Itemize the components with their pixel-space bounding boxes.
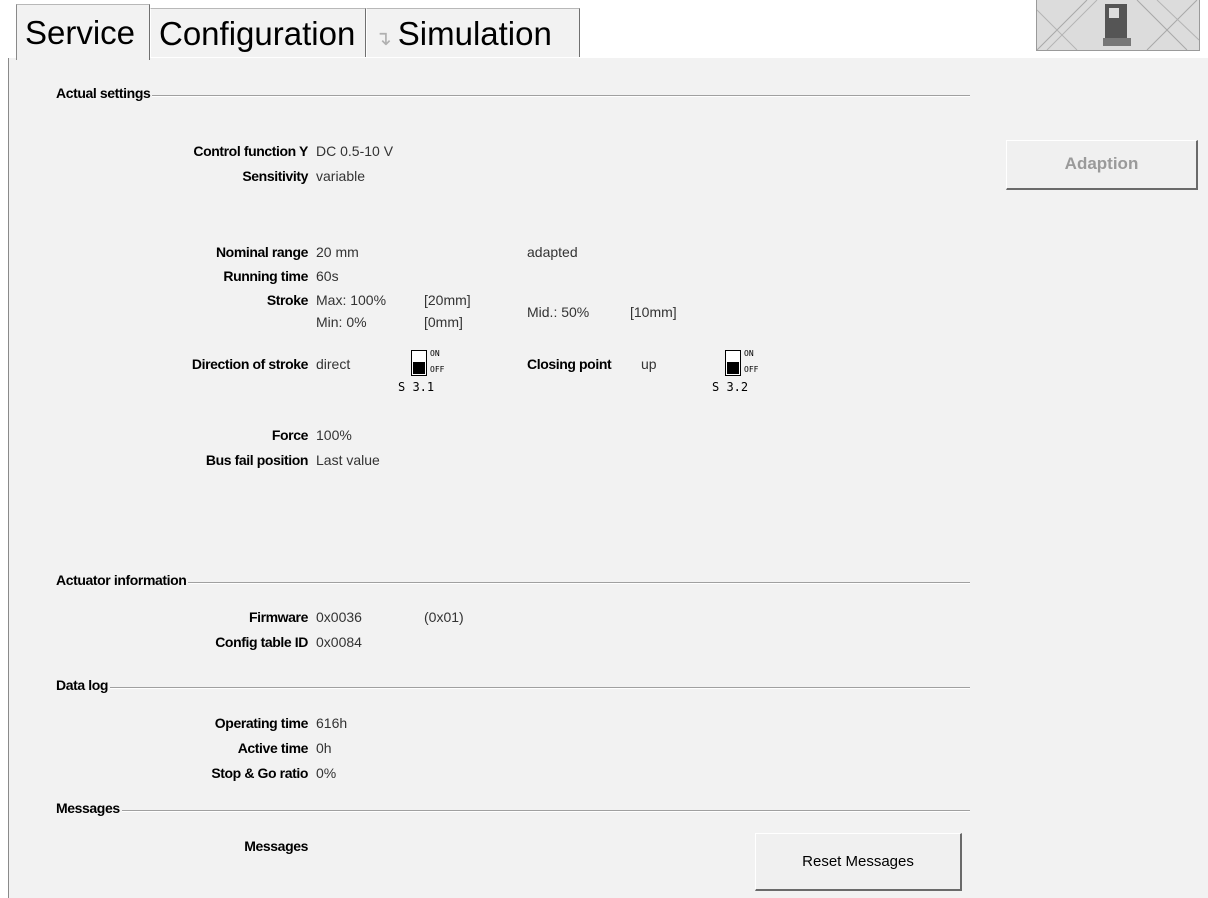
- control-function-label: Control function Y: [193, 143, 308, 159]
- dip-s31-off: OFF: [430, 365, 445, 374]
- tab-simulation-label: Simulation: [397, 15, 552, 52]
- dip-s31-on: ON: [430, 349, 440, 358]
- bus-fail-label: Bus fail position: [205, 452, 308, 468]
- stroke-mid-mm: [10mm]: [630, 304, 677, 320]
- messages-header: Messages: [56, 800, 122, 816]
- dip-s32-id: S 3.2: [712, 380, 749, 394]
- dip-s31-id: S 3.1: [398, 380, 435, 394]
- firmware-extra: (0x01): [424, 609, 464, 625]
- config-table-value: 0x0084: [316, 634, 362, 650]
- firmware-label: Firmware: [248, 609, 308, 625]
- stroke-max: Max: 100%: [316, 292, 387, 308]
- stroke-mid: Mid.: 50%: [527, 304, 590, 320]
- force-label: Force: [271, 427, 309, 443]
- sensitivity-label: Sensitivity: [242, 168, 308, 184]
- tab-service[interactable]: Service: [16, 4, 150, 60]
- dip-s32-on: ON: [744, 349, 754, 358]
- closing-point-label: Closing point: [527, 356, 612, 372]
- closing-point-value: up: [641, 356, 657, 372]
- nominal-range-status: adapted: [527, 244, 578, 260]
- config-table-label: Config table ID: [215, 634, 308, 650]
- messages-frame: [60, 810, 970, 812]
- stroke-max-mm: [20mm]: [424, 292, 471, 308]
- nominal-range-label: Nominal range: [215, 244, 308, 260]
- nominal-range-value: 20 mm: [316, 244, 359, 260]
- stop-go-label: Stop & Go ratio: [211, 765, 308, 781]
- bus-fail-value: Last value: [316, 452, 380, 468]
- direction-value: direct: [316, 356, 351, 372]
- data-log-header: Data log: [56, 677, 111, 693]
- force-value: 100%: [316, 427, 352, 443]
- stroke-min: Min: 0%: [316, 314, 367, 330]
- tab-configuration[interactable]: Configuration: [150, 8, 366, 58]
- active-time-label: Active time: [237, 740, 309, 756]
- active-time-value: 0h: [316, 740, 332, 756]
- messages-label: Messages: [244, 838, 308, 854]
- dip-switch-knob: [727, 362, 739, 374]
- tab-simulation[interactable]: ↴ Simulation: [366, 8, 580, 58]
- firmware-value: 0x0036: [316, 609, 362, 625]
- stop-go-value: 0%: [316, 765, 337, 781]
- operating-time-label: Operating time: [214, 715, 309, 731]
- actuator-info-header: Actuator information: [56, 572, 189, 588]
- actuator-info-frame: [60, 582, 970, 584]
- actual-settings-frame: [60, 95, 970, 97]
- running-time-label: Running time: [223, 268, 308, 284]
- chart-icon: ↴: [375, 28, 392, 50]
- dip-switch-knob: [413, 362, 425, 374]
- sensitivity-value: variable: [316, 168, 366, 184]
- direction-label: Direction of stroke: [191, 356, 308, 372]
- tab-divider: [150, 57, 580, 58]
- stroke-label: Stroke: [266, 292, 309, 308]
- actual-settings-header: Actual settings: [56, 85, 153, 101]
- tab-service-label: Service: [25, 14, 136, 51]
- dip-s32-off: OFF: [744, 365, 759, 374]
- running-time-value: 60s: [316, 268, 339, 284]
- actuator-picture: [1037, 0, 1199, 50]
- adaption-button[interactable]: Adaption: [1006, 140, 1198, 190]
- data-log-frame: [60, 687, 970, 689]
- reset-messages-button[interactable]: Reset Messages: [755, 833, 962, 891]
- stroke-min-mm: [0mm]: [424, 314, 463, 330]
- control-function-value: DC 0.5-10 V: [316, 143, 394, 159]
- dip-switch-s31: [411, 350, 427, 376]
- tab-configuration-label: Configuration: [159, 15, 356, 52]
- dip-switch-s32: [725, 350, 741, 376]
- product-image: [1036, 0, 1200, 51]
- operating-time-value: 616h: [316, 715, 348, 731]
